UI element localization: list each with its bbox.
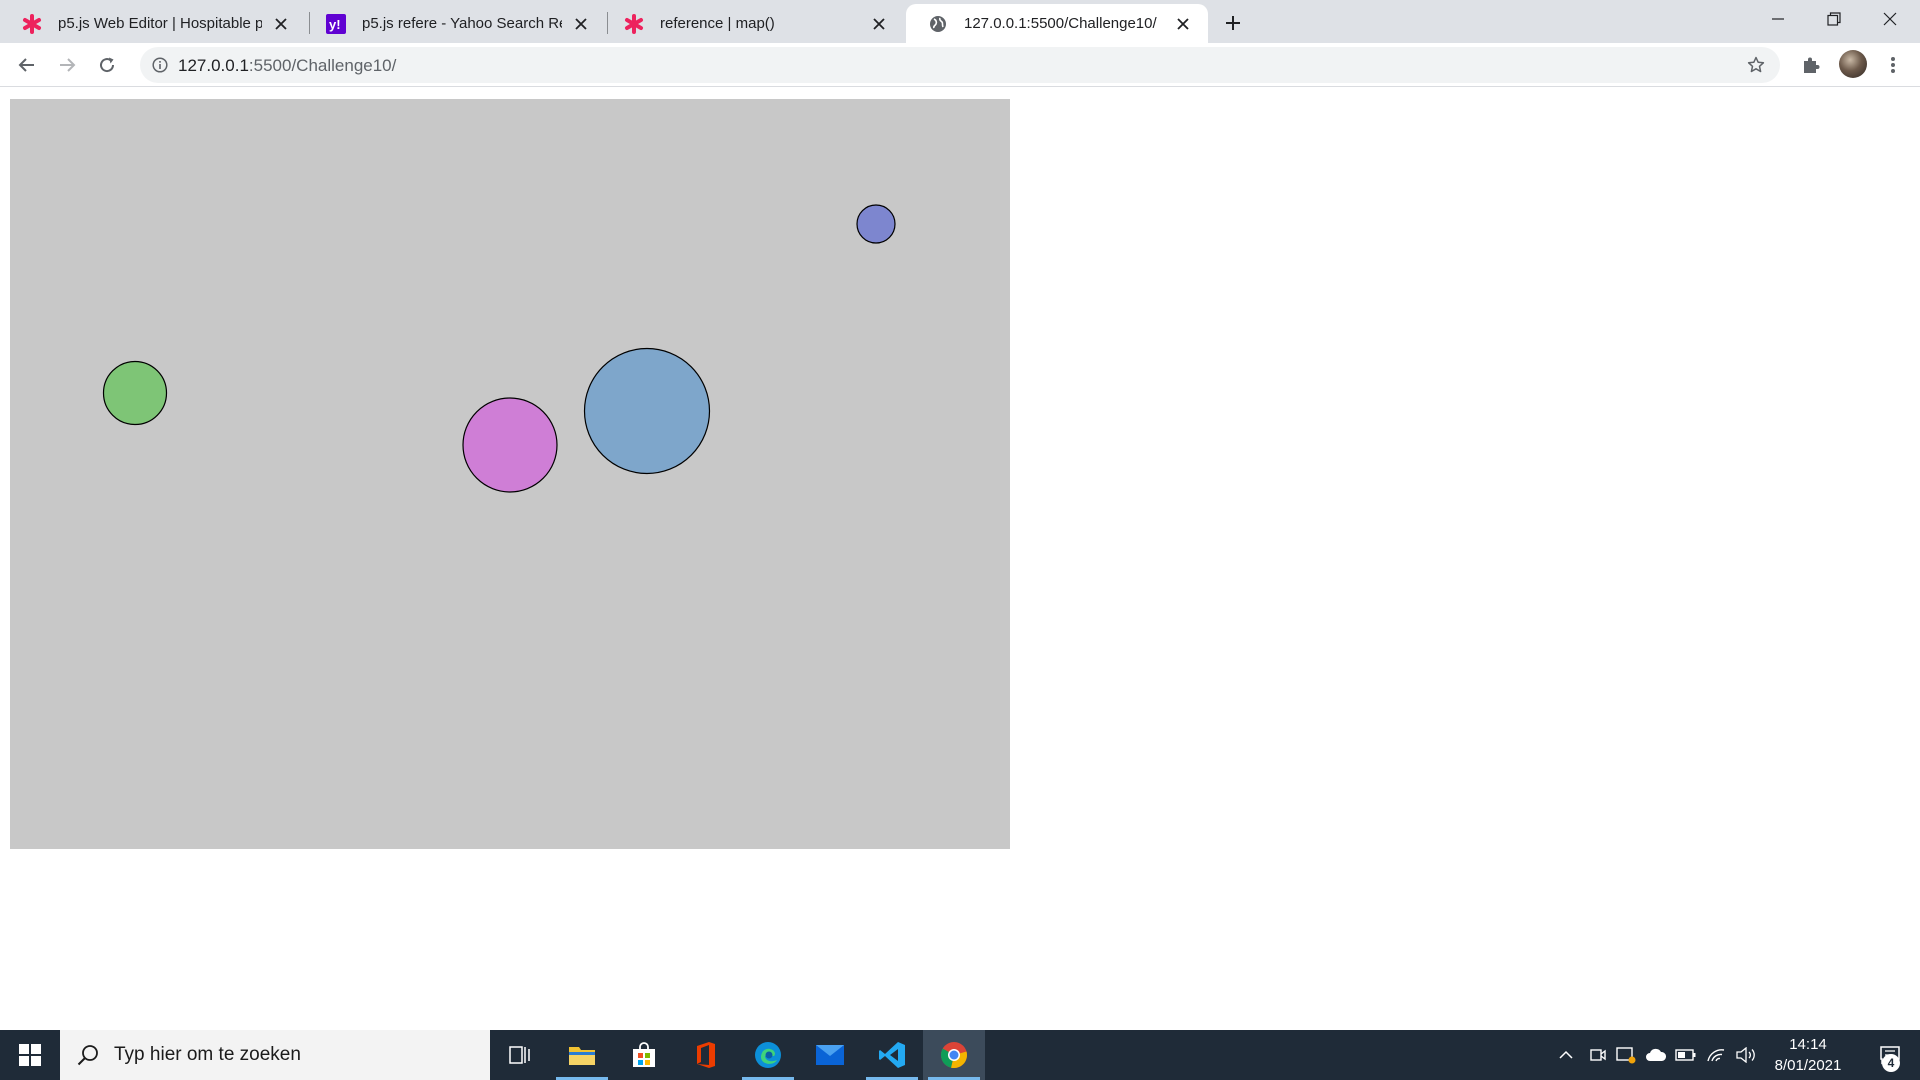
arrow-right-icon <box>60 58 76 72</box>
p5-asterisk-icon <box>624 13 644 34</box>
clock-date: 8/01/2021 <box>1774 1057 1842 1074</box>
tab-strip: p5.js Web Editor | Hospitable plu y! p5.… <box>0 0 1920 43</box>
blue-circle <box>583 347 711 475</box>
file-explorer-button[interactable] <box>551 1030 613 1080</box>
profile-avatar[interactable] <box>1839 50 1867 78</box>
tab-title: p5.js refere - Yahoo Search Result <box>362 15 562 32</box>
show-hidden-icons-button[interactable] <box>1552 1030 1580 1080</box>
url-text[interactable]: 127.0.0.1:5500/Challenge10/ <box>178 56 396 76</box>
edge-icon <box>755 1042 781 1068</box>
reload-button[interactable] <box>93 51 121 79</box>
search-placeholder: Typ hier om te zoeken <box>114 1044 301 1065</box>
tab-challenge10[interactable]: 127.0.0.1:5500/Challenge10/ <box>906 4 1208 43</box>
notification-count-badge: 4 <box>1882 1054 1900 1072</box>
chrome-icon <box>940 1042 967 1069</box>
tab-p5-editor[interactable]: p5.js Web Editor | Hospitable plu <box>0 4 306 43</box>
close-tab-icon[interactable] <box>1172 13 1194 35</box>
volume-icon[interactable] <box>1732 1030 1760 1080</box>
store-bag-icon <box>633 1042 655 1067</box>
forward-button[interactable] <box>53 51 81 79</box>
clock-time: 14:14 <box>1789 1036 1827 1053</box>
folder-icon <box>569 1047 595 1065</box>
edge-button[interactable] <box>737 1030 799 1080</box>
plus-icon <box>1226 16 1240 30</box>
windows-logo-icon <box>19 1044 41 1066</box>
close-tab-icon[interactable] <box>270 13 292 35</box>
purple-circle <box>856 204 896 244</box>
chrome-button[interactable] <box>923 1030 985 1080</box>
p5-canvas[interactable] <box>10 99 1010 849</box>
close-window-button[interactable] <box>1862 0 1918 38</box>
canvas-drawing <box>102 204 896 493</box>
chrome-menu-button[interactable] <box>1879 51 1907 79</box>
search-icon <box>76 1043 100 1067</box>
mail-button[interactable] <box>799 1030 861 1080</box>
bookmark-star-icon[interactable] <box>1746 55 1766 75</box>
arrow-left-icon <box>18 58 34 72</box>
restore-button[interactable] <box>1806 0 1862 38</box>
puzzle-piece-icon <box>1804 57 1820 73</box>
extensions-button[interactable] <box>1797 51 1825 79</box>
close-icon <box>1883 12 1897 26</box>
microsoft-store-button[interactable] <box>613 1030 675 1080</box>
vscode-icon <box>879 1042 905 1068</box>
mail-icon <box>816 1045 844 1065</box>
close-tab-icon[interactable] <box>570 13 592 35</box>
globe-icon <box>928 14 948 34</box>
defender-icon[interactable] <box>1612 1030 1640 1080</box>
tab-title: p5.js Web Editor | Hospitable plu <box>58 15 262 32</box>
url-host: 127.0.0.1 <box>178 56 249 75</box>
task-view-button[interactable] <box>489 1030 551 1080</box>
task-view-icon <box>509 1046 530 1064</box>
battery-icon[interactable] <box>1672 1030 1700 1080</box>
new-tab-button[interactable] <box>1218 8 1248 38</box>
office-button[interactable] <box>675 1030 737 1080</box>
wifi-icon[interactable] <box>1702 1030 1730 1080</box>
minimize-button[interactable] <box>1750 0 1806 38</box>
windows-taskbar: Typ hier om te zoeken 14:14 8/01/2021 <box>0 1030 1920 1080</box>
back-button[interactable] <box>13 51 41 79</box>
vscode-button[interactable] <box>861 1030 923 1080</box>
chevron-up-icon <box>1559 1050 1573 1059</box>
p5-asterisk-icon <box>22 13 42 34</box>
green-circle <box>102 360 168 426</box>
tab-reference-map[interactable]: reference | map() <box>602 4 904 43</box>
close-tab-icon[interactable] <box>868 13 890 35</box>
magenta-circle <box>462 397 558 493</box>
info-icon[interactable] <box>150 55 170 75</box>
yahoo-icon: y! <box>326 13 346 34</box>
more-vertical-icon <box>1891 57 1895 73</box>
meet-now-icon[interactable] <box>1584 1030 1612 1080</box>
tab-title: 127.0.0.1:5500/Challenge10/ <box>964 15 1157 32</box>
tab-title: reference | map() <box>660 15 775 32</box>
svg-text:y!: y! <box>329 17 341 32</box>
address-bar[interactable]: 127.0.0.1:5500/Challenge10/ <box>140 47 1780 83</box>
taskbar-clock[interactable]: 14:14 8/01/2021 <box>1766 1034 1850 1076</box>
minimize-icon <box>1772 18 1784 20</box>
tab-yahoo-search[interactable]: y! p5.js refere - Yahoo Search Result <box>304 4 606 43</box>
restore-icon <box>1827 12 1841 26</box>
browser-toolbar: 127.0.0.1:5500/Challenge10/ <box>0 43 1920 87</box>
taskbar-search-box[interactable]: Typ hier om te zoeken <box>60 1030 490 1080</box>
onedrive-cloud-icon[interactable] <box>1642 1030 1670 1080</box>
reload-icon <box>100 57 115 73</box>
office-icon <box>697 1042 715 1068</box>
start-button[interactable] <box>0 1030 60 1080</box>
url-path: :5500/Challenge10/ <box>248 56 397 75</box>
